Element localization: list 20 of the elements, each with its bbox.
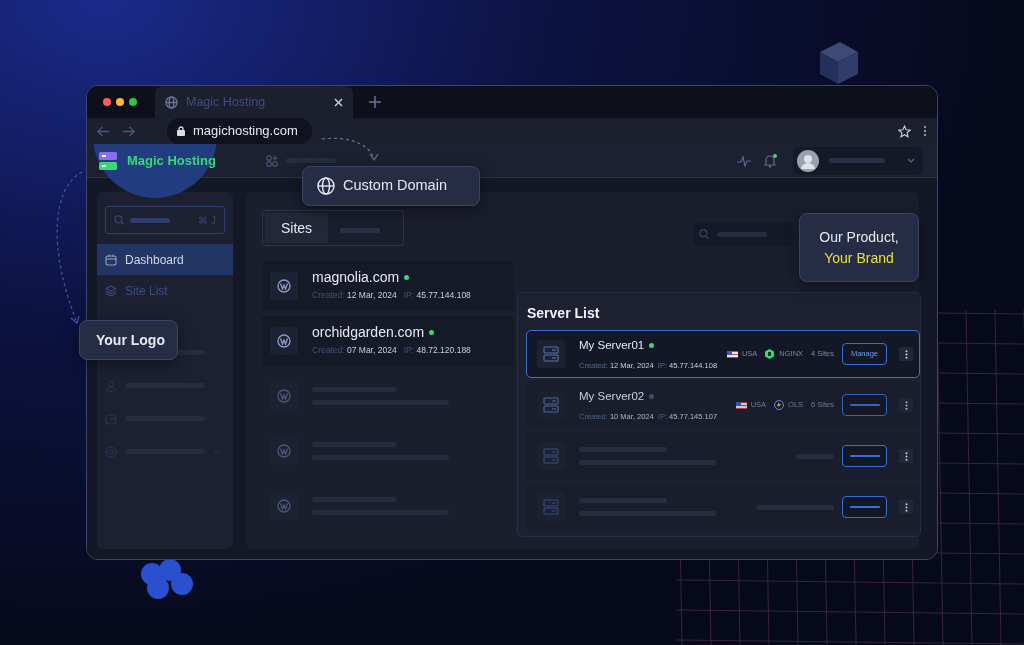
brand-name[interactable]: Magic Hosting [127,150,216,171]
site-meta: Created: 07 Mar, 2024 IP: 48.72.120.188 [312,344,471,358]
callout-text: Your Logo [96,330,165,350]
url-text: magichosting.com [193,122,298,141]
tab[interactable]: Sites [265,213,329,243]
callout-text: Custom Domain [343,176,447,196]
site-row[interactable]: orchidgarden.com Created: 07 Mar, 2024 IP: 48.72.120.188 [262,316,514,366]
tab-title: Magic Hosting [186,93,267,111]
address-bar[interactable]: magichosting.com [167,118,312,144]
site-domain: orchidgarden.com [312,324,425,341]
nav-item[interactable]: Dashboard [97,244,233,275]
callout-text: Our Product, [819,227,899,247]
site-domain: magnolia.com [312,269,400,286]
server-name: My Server01 [579,337,645,353]
panel-title: Server List [527,304,601,323]
site-meta: Created: 12 Mar, 2024 IP: 45.77.144.108 [312,289,471,303]
server-name: My Server02 [579,388,645,404]
shortcut-hint: ⌘ J [198,213,216,228]
callout-text: Your Brand [824,248,894,268]
site-row[interactable]: magnolia.com Created: 12 Mar, 2024 IP: 45.77.144.108 [262,261,514,311]
